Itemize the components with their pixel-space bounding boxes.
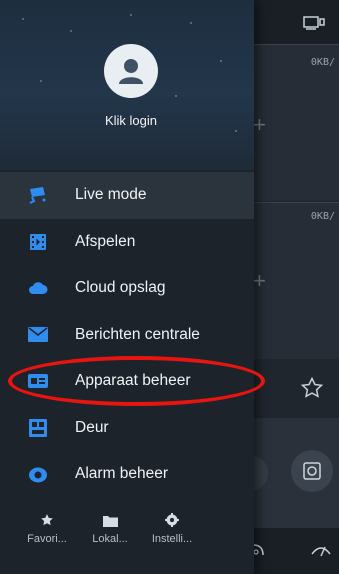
drawer-header: Klik login (0, 0, 254, 170)
menu-item-label: Berichten centrale (75, 325, 200, 343)
drawer-menu: Live mode Afspelen Cloud opslag Berichte… (0, 172, 254, 498)
cloud-icon (28, 278, 48, 298)
device-manager-icon (28, 371, 48, 391)
multi-screen-icon[interactable] (303, 16, 325, 30)
snapshot-button[interactable] (291, 450, 333, 492)
gear-icon (142, 505, 202, 527)
drawer-bottom-bar: Favori... Lokal... Instelli... (0, 505, 254, 574)
login-link[interactable]: Klik login (0, 113, 254, 128)
menu-item-label: Cloud opslag (75, 279, 166, 297)
star-icon (17, 505, 77, 527)
envelope-icon (28, 325, 48, 345)
alarm-icon (28, 464, 48, 484)
background-bottom-bar (252, 528, 339, 574)
background-topbar (252, 0, 339, 44)
menu-item-live-mode[interactable]: Live mode (0, 172, 254, 219)
camera-icon (28, 185, 48, 205)
door-icon (28, 418, 48, 438)
speed-label: 0KB/ (310, 57, 335, 68)
add-camera-icon[interactable]: + (253, 112, 266, 138)
menu-item-afspelen[interactable]: Afspelen (0, 219, 254, 266)
add-camera-icon[interactable]: + (253, 268, 266, 294)
speed-label: 0KB/ (310, 211, 335, 222)
settings-button[interactable]: Instelli... (142, 505, 202, 545)
menu-item-deur[interactable]: Deur (0, 405, 254, 452)
user-icon (119, 59, 143, 84)
navigation-drawer: Klik login Live mode Afspelen Cloud opsl… (0, 0, 254, 574)
favorites-button[interactable]: Favori... (17, 505, 77, 545)
local-files-button[interactable]: Lokal... (80, 505, 140, 545)
target-icon (303, 462, 321, 480)
menu-item-berichten-centrale[interactable]: Berichten centrale (0, 312, 254, 359)
film-icon (28, 232, 48, 252)
avatar[interactable] (104, 44, 158, 98)
favorite-star-icon[interactable] (300, 376, 324, 400)
menu-item-label: Afspelen (75, 232, 136, 250)
folder-icon (80, 505, 140, 527)
menu-item-alarm-beheer[interactable]: Alarm beheer (0, 451, 254, 498)
wiper-icon[interactable] (310, 542, 332, 558)
menu-item-label: Apparaat beheer (75, 372, 191, 390)
menu-item-label: Alarm beheer (75, 465, 169, 483)
menu-item-apparaat-beheer[interactable]: Apparaat beheer (0, 358, 254, 405)
menu-item-label: Deur (75, 418, 109, 436)
menu-item-cloud-opslag[interactable]: Cloud opslag (0, 265, 254, 312)
menu-item-label: Live mode (75, 186, 147, 204)
